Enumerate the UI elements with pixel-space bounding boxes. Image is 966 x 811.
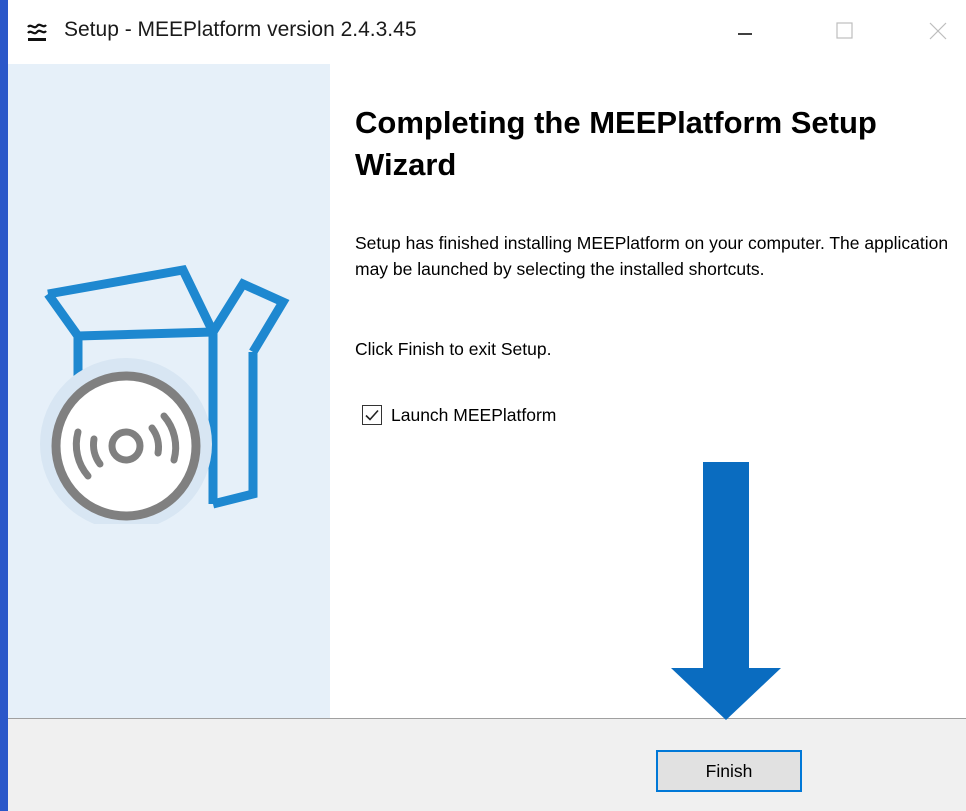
launch-checkbox-label[interactable]: Launch MEEPlatform (391, 405, 556, 426)
launch-checkbox-row[interactable]: Launch MEEPlatform (362, 402, 556, 428)
checkmark-icon (365, 409, 379, 421)
wizard-sidebar (8, 64, 330, 718)
close-button[interactable] (908, 0, 966, 64)
launch-checkbox[interactable] (362, 405, 382, 425)
finish-button[interactable]: Finish (656, 750, 802, 792)
software-box-cd-icon (40, 264, 290, 524)
minimize-icon (738, 33, 752, 35)
wizard-description: Setup has finished installing MEEPlatfor… (355, 233, 949, 279)
wizard-content: Completing the MEEPlatform Setup Wizard … (330, 64, 966, 718)
maximize-button[interactable] (815, 0, 873, 64)
minimize-button[interactable] (716, 0, 774, 64)
down-arrow-icon (671, 462, 781, 720)
setup-window: Setup - MEEPlatform version 2.4.3.45 Com… (8, 0, 966, 811)
window-title: Setup - MEEPlatform version 2.4.3.45 (64, 18, 417, 41)
button-bar: Finish (8, 718, 966, 811)
app-logo-icon (27, 23, 47, 41)
wizard-heading: Completing the MEEPlatform Setup Wizard (355, 105, 877, 182)
maximize-icon (836, 22, 853, 39)
title-bar[interactable]: Setup - MEEPlatform version 2.4.3.45 (8, 0, 966, 64)
close-icon (929, 22, 947, 40)
wizard-instruction: Click Finish to exit Setup. (355, 339, 552, 359)
